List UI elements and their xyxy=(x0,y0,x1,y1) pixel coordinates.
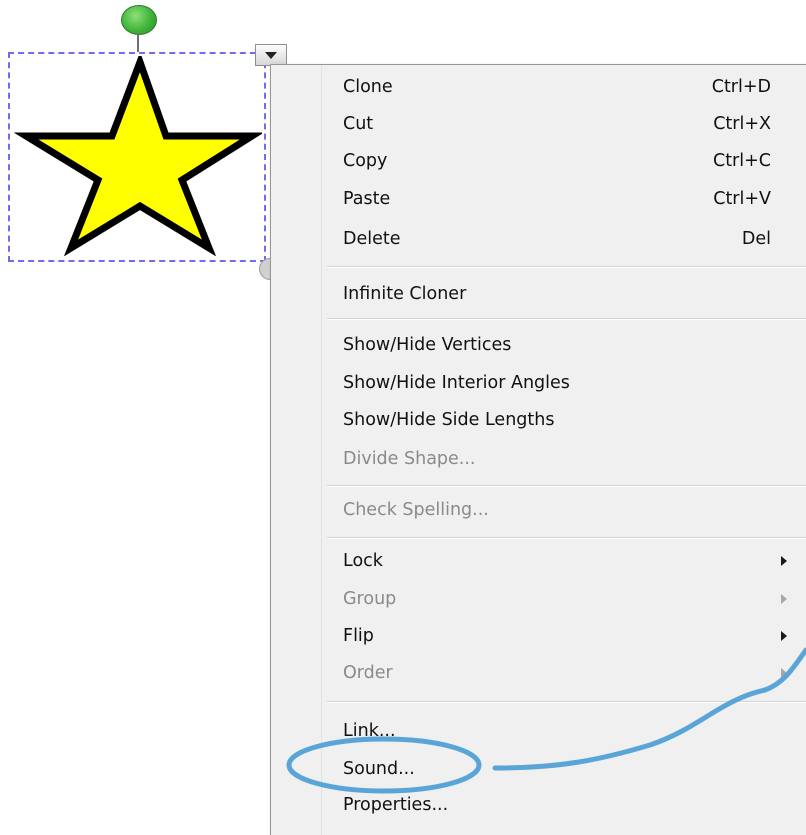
menu-item-label: Infinite Cloner xyxy=(343,284,467,304)
menu-item-show-hide-interior-angles[interactable]: Show/Hide Interior Angles xyxy=(271,365,806,401)
menu-item-clone[interactable]: Clone Ctrl+D xyxy=(271,69,806,105)
menu-item-delete[interactable]: Delete Del xyxy=(271,221,806,257)
menu-item-shortcut: Ctrl+C xyxy=(712,151,771,171)
menu-item-label: Copy xyxy=(343,151,388,171)
menu-separator xyxy=(327,537,806,539)
menu-separator xyxy=(327,485,806,487)
menu-item-label: Properties... xyxy=(343,795,449,815)
star-shape-icon[interactable] xyxy=(14,56,262,256)
menu-item-properties[interactable]: Properties... xyxy=(271,787,806,823)
menu-item-label: Clone xyxy=(343,77,393,97)
menu-item-group: Group xyxy=(271,581,806,617)
context-menu: Clone Ctrl+D Cut Ctrl+X Copy Ctrl+C Past… xyxy=(270,64,806,835)
menu-item-lock[interactable]: Lock xyxy=(271,543,806,579)
menu-item-label: Order xyxy=(343,663,393,683)
menu-item-label: Divide Shape... xyxy=(343,449,476,469)
rotate-handle-stem xyxy=(137,33,139,52)
dropdown-arrow-icon xyxy=(265,51,277,59)
menu-separator xyxy=(327,318,806,320)
submenu-arrow-icon xyxy=(781,668,787,678)
menu-item-order: Order xyxy=(271,655,806,691)
menu-separator xyxy=(327,701,806,703)
menu-item-show-hide-side-lengths[interactable]: Show/Hide Side Lengths xyxy=(271,402,806,438)
menu-item-label: Delete xyxy=(343,229,401,249)
menu-item-divide-shape: Divide Shape... xyxy=(271,441,806,477)
menu-item-link[interactable]: Link... xyxy=(271,713,806,749)
menu-item-label: Show/Hide Side Lengths xyxy=(343,410,555,430)
menu-item-infinite-cloner[interactable]: Infinite Cloner xyxy=(271,276,806,312)
menu-item-label: Lock xyxy=(343,551,383,571)
rotate-handle-icon[interactable] xyxy=(121,5,157,35)
menu-item-show-hide-vertices[interactable]: Show/Hide Vertices xyxy=(271,327,806,363)
menu-item-sound[interactable]: Sound... xyxy=(271,751,806,787)
menu-separator xyxy=(327,266,806,268)
menu-item-label: Show/Hide Vertices xyxy=(343,335,512,355)
menu-item-check-spelling: Check Spelling... xyxy=(271,492,806,528)
menu-item-label: Show/Hide Interior Angles xyxy=(343,373,570,393)
menu-item-label: Cut xyxy=(343,114,374,134)
menu-item-shortcut: Ctrl+X xyxy=(713,114,771,134)
menu-item-label: Group xyxy=(343,589,397,609)
submenu-arrow-icon xyxy=(781,631,787,641)
menu-item-shortcut: Del xyxy=(741,229,771,249)
submenu-arrow-icon xyxy=(781,556,787,566)
menu-item-label: Check Spelling... xyxy=(343,500,489,520)
menu-item-copy[interactable]: Copy Ctrl+C xyxy=(271,143,806,179)
menu-item-shortcut: Ctrl+D xyxy=(711,77,771,97)
submenu-arrow-icon xyxy=(781,594,787,604)
menu-item-cut[interactable]: Cut Ctrl+X xyxy=(271,106,806,142)
menu-item-label: Paste xyxy=(343,189,391,209)
menu-item-label: Link... xyxy=(343,721,396,741)
menu-item-paste[interactable]: Paste Ctrl+V xyxy=(271,181,806,217)
menu-item-shortcut: Ctrl+V xyxy=(713,189,771,209)
menu-item-flip[interactable]: Flip xyxy=(271,618,806,654)
object-menu-button[interactable] xyxy=(255,44,287,66)
menu-item-label: Sound... xyxy=(343,759,415,779)
menu-item-label: Flip xyxy=(343,626,374,646)
